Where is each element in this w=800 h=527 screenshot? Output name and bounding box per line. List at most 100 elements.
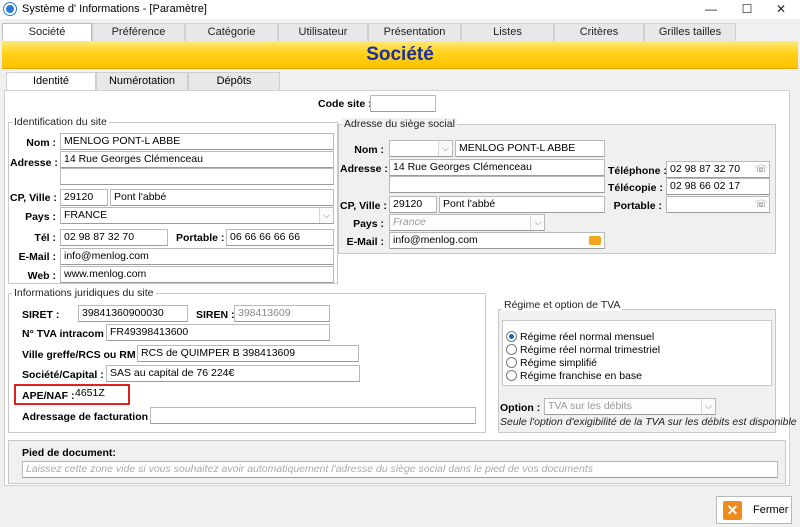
site-adresse2-field[interactable] xyxy=(60,168,334,185)
greffe-label: Ville greffe/RCS ou RM : xyxy=(22,349,142,361)
siege-cp-ville-label: CP, Ville : xyxy=(340,200,387,212)
window-title: Système d' Informations - [Paramètre] xyxy=(22,3,207,15)
tab-listes[interactable]: Listes xyxy=(461,23,554,41)
option-tva-select[interactable]: TVA sur les débits ⌵ xyxy=(544,398,716,415)
siege-pays-value: France xyxy=(393,216,426,228)
siege-adresse2-field[interactable] xyxy=(389,176,605,193)
regime-reel-trimestriel-label: Régime réel normal trimestriel xyxy=(520,344,661,356)
siege-cp-field[interactable]: 29120 xyxy=(389,196,437,213)
pied-label: Pied de document: xyxy=(22,447,116,459)
subtab-depots[interactable]: Dépôts xyxy=(188,72,280,90)
site-email-field[interactable]: info@menlog.com xyxy=(60,248,334,265)
site-adresse-label: Adresse : xyxy=(10,157,58,169)
siege-adresse-label: Adresse : xyxy=(340,163,388,175)
siege-email-field[interactable]: info@menlog.com xyxy=(389,232,605,249)
pied-field[interactable]: Laissez cette zone vide si vous souhaite… xyxy=(22,461,778,478)
site-email-label: E-Mail : xyxy=(18,251,56,263)
siege-nom-field[interactable]: MENLOG PONT-L ABBE xyxy=(455,140,605,157)
phone-icon[interactable]: ☏ xyxy=(754,163,768,176)
tab-utilisateur[interactable]: Utilisateur xyxy=(278,23,368,41)
maximize-button[interactable]: ☐ xyxy=(730,0,764,19)
subtab-identite[interactable]: Identité xyxy=(6,72,96,90)
tab-grilles-tailles[interactable]: Grilles tailles xyxy=(644,23,736,41)
siege-telephone-label: Téléphone : xyxy=(608,165,667,177)
tab-preference[interactable]: Préférence xyxy=(92,23,185,41)
regime-franchise-label: Régime franchise en base xyxy=(520,370,642,382)
site-web-label: Web : xyxy=(27,270,56,282)
facturation-field[interactable] xyxy=(150,407,476,424)
regime-legend: Régime et option de TVA xyxy=(502,299,623,311)
regime-simplifie-radio[interactable] xyxy=(506,357,517,368)
tva-intracom-label: N° TVA intracom : xyxy=(22,328,111,340)
tab-societe[interactable]: Société xyxy=(2,23,92,41)
ape-naf-label: APE/NAF : xyxy=(22,390,75,402)
regime-franchise-radio[interactable] xyxy=(506,370,517,381)
siege-telephone-field[interactable]: 02 98 87 32 70 ☏ xyxy=(666,161,770,178)
site-tel-field[interactable]: 02 98 87 32 70 xyxy=(60,229,168,246)
mail-icon[interactable] xyxy=(589,236,601,245)
fermer-button[interactable]: ✕ Fermer xyxy=(716,496,792,524)
site-ville-field[interactable]: Pont l'abbé xyxy=(110,189,334,206)
option-tva-label: Option : xyxy=(500,402,541,414)
close-icon: ✕ xyxy=(723,501,742,520)
title-bar: Système d' Informations - [Paramètre] — … xyxy=(0,0,800,19)
facturation-label: Adressage de facturation : xyxy=(22,411,155,423)
siege-email-value: info@menlog.com xyxy=(393,234,478,246)
regime-reel-mensuel-label: Régime réel normal mensuel xyxy=(520,331,655,343)
main-tab-bar: Société Préférence Catégorie Utilisateur… xyxy=(0,23,800,41)
siege-legend: Adresse du siège social xyxy=(342,118,457,130)
chevron-down-icon[interactable]: ⌵ xyxy=(438,141,452,156)
phone-icon[interactable]: ☏ xyxy=(754,198,768,211)
subtab-numerotation[interactable]: Numérotation xyxy=(96,72,188,90)
regime-reel-trimestriel-radio[interactable] xyxy=(506,344,517,355)
tva-intracom-field[interactable]: FR49398413600 xyxy=(106,324,330,341)
regime-simplifie-label: Régime simplifié xyxy=(520,357,598,369)
siege-telecopie-field[interactable]: 02 98 66 02 17 xyxy=(666,178,770,195)
juridique-legend: Informations juridiques du site xyxy=(12,287,156,299)
fermer-label: Fermer xyxy=(753,504,789,516)
site-pays-label: Pays : xyxy=(25,211,56,223)
site-portable-label: Portable : xyxy=(176,232,225,244)
code-site-field[interactable] xyxy=(370,95,436,112)
ape-naf-field[interactable]: 4651Z xyxy=(72,386,126,403)
siege-telephone-value: 02 98 87 32 70 xyxy=(670,163,741,175)
siege-portable-label: Portable : xyxy=(613,200,662,212)
siege-pays-label: Pays : xyxy=(353,218,384,230)
societe-capital-field[interactable]: SAS au capital de 76 224€ xyxy=(106,365,360,382)
chevron-down-icon[interactable]: ⌵ xyxy=(530,215,544,230)
greffe-field[interactable]: RCS de QUIMPER B 398413609 xyxy=(137,345,359,362)
tab-criteres[interactable]: Critères xyxy=(554,23,644,41)
site-pays-value: FRANCE xyxy=(64,209,108,221)
societe-capital-label: Société/Capital : xyxy=(22,369,104,381)
siren-field[interactable]: 398413609 xyxy=(234,305,330,322)
site-adresse1-field[interactable]: 14 Rue Georges Clémenceau xyxy=(60,151,334,168)
siege-ville-field[interactable]: Pont l'abbé xyxy=(439,196,605,213)
siege-email-label: E-Mail : xyxy=(346,236,384,248)
site-nom-label: Nom : xyxy=(26,137,56,149)
chevron-down-icon[interactable]: ⌵ xyxy=(319,208,333,223)
tab-categorie[interactable]: Catégorie xyxy=(185,23,278,41)
tab-presentation[interactable]: Présentation xyxy=(368,23,461,41)
page-title: Société xyxy=(366,44,434,65)
option-tva-value: TVA sur les débits xyxy=(548,400,632,412)
site-web-field[interactable]: www.menlog.com xyxy=(60,266,334,283)
siege-telecopie-label: Télécopie : xyxy=(608,182,663,194)
close-window-button[interactable]: ✕ xyxy=(764,0,798,19)
minimize-button[interactable]: — xyxy=(694,0,728,19)
section-banner: Société xyxy=(2,41,798,69)
site-cp-field[interactable]: 29120 xyxy=(60,189,108,206)
siege-portable-field[interactable]: ☏ xyxy=(666,196,770,213)
site-portable-field[interactable]: 06 66 66 66 66 xyxy=(226,229,334,246)
app-icon xyxy=(4,3,16,15)
siege-pays-select[interactable]: France ⌵ xyxy=(389,214,545,231)
site-nom-field[interactable]: MENLOG PONT-L ABBE xyxy=(60,133,334,150)
chevron-down-icon[interactable]: ⌵ xyxy=(701,399,715,414)
option-tva-note: Seule l'option d'exigibilité de la TVA s… xyxy=(500,416,797,428)
siret-label: SIRET : xyxy=(22,309,60,321)
siege-adresse1-field[interactable]: 14 Rue Georges Clémenceau xyxy=(389,159,605,176)
siren-label: SIREN : xyxy=(196,309,235,321)
siege-civilite-select[interactable]: ⌵ xyxy=(389,140,453,157)
site-pays-select[interactable]: FRANCE ⌵ xyxy=(60,207,334,224)
regime-reel-mensuel-radio[interactable] xyxy=(506,331,517,342)
siret-field[interactable]: 39841360900030 xyxy=(78,305,188,322)
